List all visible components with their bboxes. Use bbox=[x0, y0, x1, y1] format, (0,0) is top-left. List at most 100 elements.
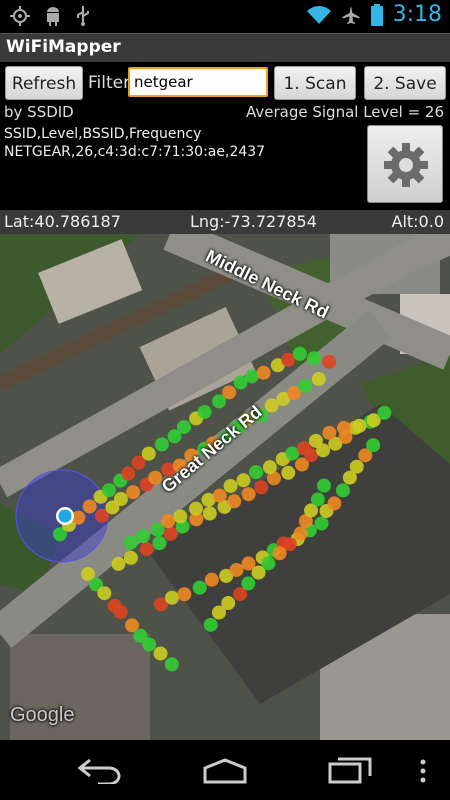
google-watermark: Google bbox=[10, 704, 75, 726]
signal-sample-dot bbox=[188, 501, 203, 516]
android-debug-icon bbox=[47, 7, 59, 26]
clock: 3:18 bbox=[392, 2, 442, 27]
signal-sample-dot bbox=[176, 420, 191, 435]
signal-sample-dot bbox=[113, 492, 128, 507]
filter-label: Filter bbox=[88, 73, 131, 93]
signal-sample-dot bbox=[152, 536, 167, 551]
signal-sample-dot bbox=[256, 365, 271, 380]
group-by-label: by SSDID bbox=[4, 103, 74, 121]
signal-sample-dot bbox=[327, 496, 342, 511]
coordinates-bar: Lat:40.786187 Lng:-73.727854 Alt:0.0 bbox=[0, 210, 450, 234]
filter-input[interactable] bbox=[128, 67, 268, 97]
signal-sample-dot bbox=[281, 465, 296, 480]
settings-button[interactable] bbox=[367, 125, 443, 203]
signal-sample-dot bbox=[222, 385, 237, 400]
signal-sample-dot bbox=[203, 617, 218, 632]
menu-icon[interactable] bbox=[418, 758, 428, 784]
signal-sample-dot bbox=[197, 404, 212, 419]
signal-sample-dot bbox=[126, 485, 141, 500]
refresh-button[interactable]: Refresh bbox=[5, 66, 83, 100]
map-view[interactable]: Middle Neck Rd Great Neck Rd Google bbox=[0, 234, 450, 740]
signal-sample-dot bbox=[311, 372, 326, 387]
signal-sample-dot bbox=[173, 509, 188, 524]
signal-sample-dot bbox=[139, 542, 154, 557]
toolbar: Refresh Filter 1. Scan 2. Save bbox=[0, 62, 450, 102]
signal-sample-dot bbox=[82, 499, 97, 514]
signal-sample-dot bbox=[366, 438, 381, 453]
signal-sample-dot bbox=[335, 483, 350, 498]
signal-sample-dot bbox=[262, 460, 277, 475]
satellite-map bbox=[0, 234, 450, 740]
signal-sample-dot bbox=[154, 437, 169, 452]
signal-sample-dot bbox=[280, 352, 295, 367]
signal-sample-dot bbox=[336, 420, 351, 435]
longitude: Lng:-73.727854 bbox=[190, 212, 317, 231]
signal-sample-dot bbox=[164, 657, 179, 672]
signal-sample-dot bbox=[241, 487, 256, 502]
signal-sample-dot bbox=[163, 526, 178, 541]
signal-sample-dot bbox=[142, 637, 157, 652]
signal-sample-dot bbox=[298, 378, 313, 393]
info-row: by SSDID Average Signal Level = 26 bbox=[0, 102, 450, 122]
signal-sample-dot bbox=[135, 529, 150, 544]
signal-sample-dot bbox=[202, 506, 217, 521]
signal-sample-dot bbox=[297, 441, 312, 456]
signal-sample-dot bbox=[352, 418, 367, 433]
back-icon[interactable] bbox=[78, 758, 122, 784]
signal-sample-dot bbox=[241, 576, 256, 591]
signal-sample-dot bbox=[244, 369, 259, 384]
latitude: Lat:40.786187 bbox=[4, 212, 121, 231]
signal-sample-dot bbox=[223, 478, 238, 493]
signal-sample-dot bbox=[111, 556, 126, 571]
signal-sample-dot bbox=[153, 646, 168, 661]
signal-sample-dot bbox=[236, 473, 251, 488]
signal-sample-dot bbox=[316, 478, 331, 493]
signal-sample-dot bbox=[292, 346, 307, 361]
signal-sample-dot bbox=[310, 492, 325, 507]
signal-sample-dot bbox=[314, 516, 329, 531]
gps-icon bbox=[10, 6, 30, 26]
results-header: SSID,Level,BSSID,Frequency bbox=[4, 126, 202, 142]
signal-sample-dot bbox=[123, 550, 138, 565]
app-title: WiFiMapper bbox=[6, 37, 121, 57]
altitude: Alt:0.0 bbox=[391, 212, 445, 231]
signal-sample-dot bbox=[308, 433, 323, 448]
signal-sample-dot bbox=[377, 405, 392, 420]
signal-sample-dot bbox=[204, 572, 219, 587]
signal-sample-dot bbox=[212, 488, 227, 503]
signal-sample-dot bbox=[282, 537, 297, 552]
signal-sample-dot bbox=[97, 586, 112, 601]
signal-sample-dot bbox=[164, 590, 179, 605]
signal-sample-dot bbox=[254, 480, 269, 495]
signal-sample-dot bbox=[161, 514, 176, 529]
signal-sample-dot bbox=[349, 459, 364, 474]
result-row[interactable]: NETGEAR,26,c4:3d:c7:71:30:ae,2437 bbox=[4, 144, 265, 160]
current-location-dot bbox=[58, 509, 72, 523]
signal-sample-dot bbox=[306, 351, 321, 366]
scan-button[interactable]: 1. Scan bbox=[274, 66, 356, 100]
signal-sample-dot bbox=[229, 562, 244, 577]
save-button[interactable]: 2. Save bbox=[364, 66, 446, 100]
signal-sample-dot bbox=[123, 535, 138, 550]
recents-icon[interactable] bbox=[328, 756, 372, 784]
signal-sample-dot bbox=[113, 605, 128, 620]
signal-sample-dot bbox=[227, 494, 242, 509]
home-icon[interactable] bbox=[202, 758, 248, 784]
signal-sample-dot bbox=[248, 465, 263, 480]
signal-sample-dot bbox=[322, 354, 337, 369]
airplane-icon bbox=[342, 5, 360, 24]
navigation-bar bbox=[0, 740, 450, 800]
usb-icon bbox=[77, 6, 89, 26]
signal-sample-dot bbox=[322, 425, 337, 440]
signal-sample-dot bbox=[192, 580, 207, 595]
signal-sample-dot bbox=[101, 483, 116, 498]
battery-icon bbox=[370, 3, 383, 26]
signal-sample-dot bbox=[293, 526, 308, 541]
signal-sample-dot bbox=[121, 466, 136, 481]
signal-sample-dot bbox=[221, 596, 236, 611]
signal-sample-dot bbox=[141, 446, 156, 461]
wifi-icon bbox=[306, 5, 331, 24]
title-bar: WiFiMapper bbox=[0, 33, 450, 63]
signal-sample-dot bbox=[177, 587, 192, 602]
average-signal-label: Average Signal Level = 26 bbox=[246, 103, 444, 121]
